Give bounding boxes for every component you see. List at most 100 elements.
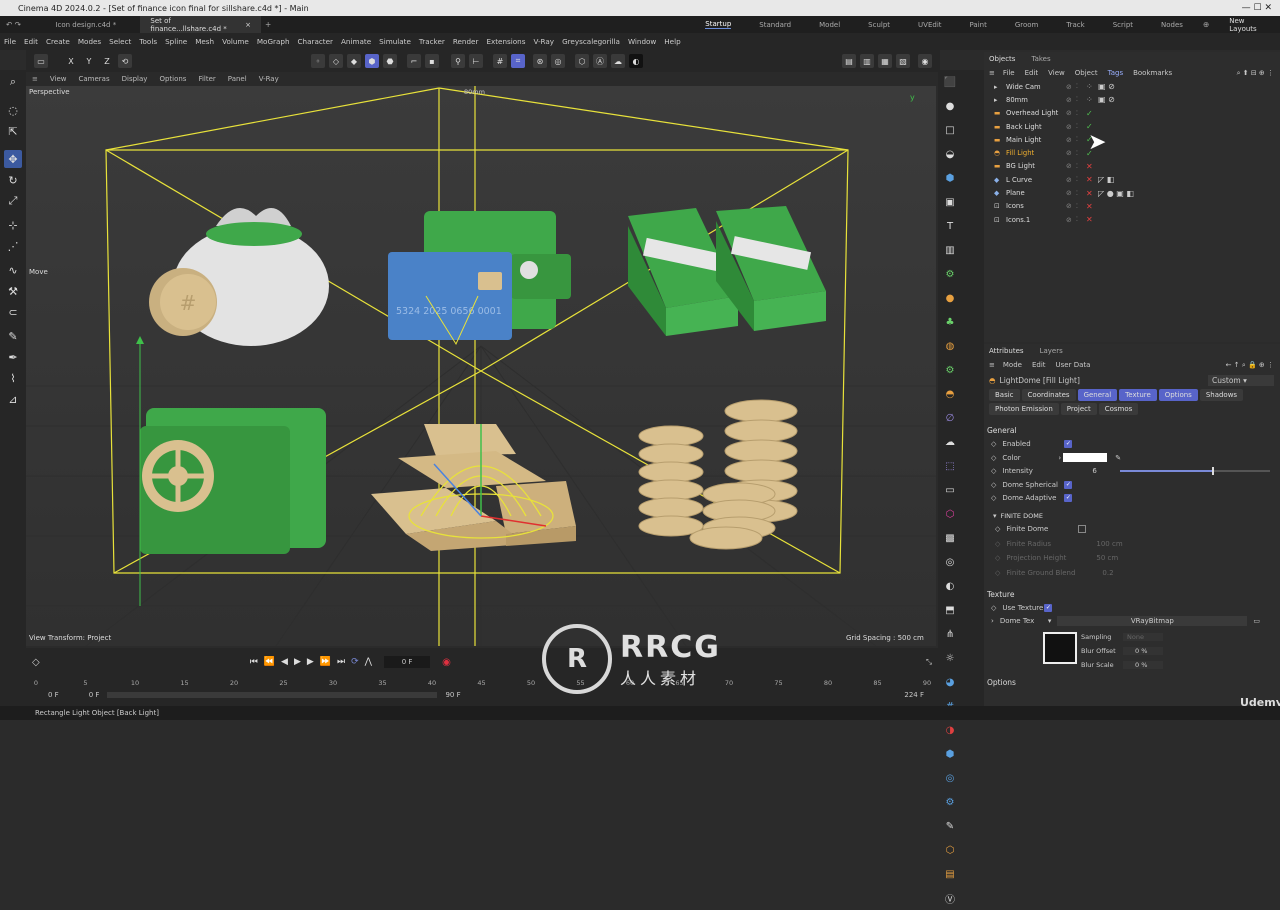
timeline-ruler[interactable]: 0 5 10 15 20 25 30 35 40 45 50 55 60 65 70 75 80 85 90 — [26, 676, 940, 688]
range-start[interactable]: 0 F — [48, 691, 59, 699]
sampling-dropdown[interactable]: None — [1123, 632, 1163, 641]
keyframe-icon[interactable]: ◇ — [32, 657, 40, 668]
visibility-icon[interactable]: ⊘ — [1066, 149, 1076, 157]
prev-frame-icon[interactable]: ◀ — [281, 657, 288, 667]
texture-mode-icon[interactable]: ⬣ — [383, 54, 397, 68]
preset-dropdown[interactable]: Custom ▾ — [1208, 374, 1274, 386]
intensity-value[interactable]: 6 — [1064, 467, 1120, 475]
points-mode-icon[interactable]: ◦ — [311, 54, 325, 68]
object-row[interactable]: ◆ Plane ⊘ ⁚ ✕ ◸ ● ▣ ◧ — [984, 186, 1280, 199]
object-row[interactable]: ▬ Main Light ⊘ ⁚ ✓ — [984, 133, 1280, 146]
spline-icon[interactable]: ∅ — [942, 410, 958, 426]
render-dots-icon[interactable]: ⁚ — [1076, 190, 1086, 197]
object-row[interactable]: ▸ Wide Cam ⊘ ⁚ ⁘ ▣ ⊘ — [984, 80, 1280, 93]
objects-menu-object[interactable]: Object — [1075, 69, 1098, 77]
attr-tab-shadows[interactable]: Shadows — [1199, 389, 1244, 401]
render-dots-icon[interactable]: ⁚ — [1076, 176, 1086, 183]
object-row[interactable]: ◆ L Curve ⊘ ⁚ ✕ ◸ ◧ — [984, 173, 1280, 186]
material-sphere-icon[interactable]: ◍ — [942, 338, 958, 354]
dome-light-icon[interactable]: ◓ — [942, 386, 958, 402]
attr-nav-icon[interactable]: ← ↑ ⌕ 🔒 ⊕ ⋮ — [1226, 361, 1274, 370]
sun-icon[interactable]: ☼ — [942, 650, 958, 666]
range-end[interactable]: 90 F — [445, 691, 460, 699]
menu-vray[interactable]: V-Ray — [533, 37, 554, 46]
objects-menu-file[interactable]: File — [1003, 69, 1015, 77]
attr-tab-options[interactable]: Options — [1158, 389, 1198, 401]
attr-tab-coordinates[interactable]: Coordinates — [1021, 389, 1076, 401]
field-icon[interactable]: ⚙ — [942, 362, 958, 378]
menu-character[interactable]: Character — [298, 37, 334, 46]
next-key-icon[interactable]: ⏩ — [320, 657, 331, 667]
grid-snap-icon[interactable]: # — [493, 54, 507, 68]
material-tag-icon[interactable]: ◸ ● ▣ ◧ — [1098, 189, 1134, 198]
menu-spline[interactable]: Spline — [165, 37, 187, 46]
transform-icon[interactable]: ⊹ — [4, 216, 22, 234]
object-row[interactable]: ◓ Fill Light ⊘ ⁚ ✓ — [984, 146, 1280, 159]
menu-window[interactable]: Window — [628, 37, 656, 46]
finite-radius-value[interactable]: 100 cm — [1096, 540, 1122, 548]
blur-scale-field[interactable]: 0 % — [1123, 660, 1163, 669]
range-end-total[interactable]: 224 F — [904, 691, 924, 699]
scene-icon[interactable]: ⬡ — [942, 506, 958, 522]
menu-animate[interactable]: Animate — [341, 37, 371, 46]
vp-menu-panel[interactable]: Panel — [228, 75, 247, 83]
vp-menu-display[interactable]: Display — [122, 75, 148, 83]
texture-thumbnail[interactable] — [1043, 632, 1077, 664]
objects-search-icon[interactable]: ⌕ ⬆ ⊟ ⊕ ⋮ — [1237, 69, 1274, 78]
rotate-tool-icon[interactable]: ↻ — [4, 171, 22, 189]
finite-dome-header[interactable]: FINITE DOME — [1001, 512, 1043, 520]
search-commander-icon[interactable]: ◉ — [918, 54, 932, 68]
visibility-icon[interactable]: ⊘ — [1066, 176, 1076, 184]
attr-menu-edit[interactable]: Edit — [1032, 361, 1046, 369]
material-icon[interactable]: ⬡ — [575, 54, 589, 68]
render-active-icon[interactable]: ▥ — [860, 54, 874, 68]
render-dots-icon[interactable]: ⁚ — [1076, 96, 1086, 103]
add-tab-icon[interactable]: + — [265, 20, 271, 29]
coordinate-system-icon[interactable]: ⟲ — [118, 54, 132, 68]
render-queue-icon[interactable]: ▧ — [896, 54, 910, 68]
scale-tool-icon[interactable]: ⤢ — [4, 192, 22, 210]
primitive-cube-icon[interactable]: ⬢ — [942, 170, 958, 186]
camera-icon[interactable]: ▣ — [942, 194, 958, 210]
disabled-x-icon[interactable]: ✕ — [1086, 175, 1098, 184]
edges-mode-icon[interactable]: ◇ — [329, 54, 343, 68]
render-dots-icon[interactable]: ⁚ — [1076, 83, 1086, 90]
object-name[interactable]: BG Light — [1006, 162, 1066, 170]
render-dots-icon[interactable]: ⁚ — [1076, 203, 1086, 210]
attr-tab-texture[interactable]: Texture — [1119, 389, 1157, 401]
next-frame-icon[interactable]: ▶ — [307, 657, 314, 667]
color-swatch[interactable] — [1063, 453, 1108, 463]
boole-icon[interactable]: ◒ — [942, 146, 958, 162]
text-icon[interactable]: T — [942, 218, 958, 234]
vp-menu-cameras[interactable]: Cameras — [79, 75, 110, 83]
object-name[interactable]: Back Light — [1006, 123, 1066, 131]
eyedropper-icon[interactable]: ✎ — [1115, 454, 1121, 462]
visibility-icon[interactable]: ⊘ — [1066, 83, 1076, 91]
play-icon[interactable]: ▶ — [294, 657, 301, 667]
menu-mesh[interactable]: Mesh — [195, 37, 214, 46]
axis-z-toggle[interactable]: Z — [100, 54, 114, 68]
vray-icon[interactable]: Ⓐ — [593, 54, 607, 68]
nurbs-icon[interactable]: ⬚ — [942, 458, 958, 474]
axis-y-toggle[interactable]: Y — [82, 54, 96, 68]
current-frame-field[interactable]: 0 F — [384, 656, 431, 668]
object-name[interactable]: 80mm — [1006, 96, 1066, 104]
layout-script[interactable]: Script — [1113, 21, 1133, 29]
shelf-icon[interactable]: ▤ — [942, 866, 958, 882]
vp-menu-options[interactable]: Options — [159, 75, 186, 83]
tweak-icon[interactable]: ⊢ — [469, 54, 483, 68]
layout-uvedit[interactable]: UVEdit — [918, 21, 941, 29]
enabled-checkbox[interactable]: ✓ — [1064, 440, 1073, 449]
object-name[interactable]: Icons — [1006, 202, 1066, 210]
select-move-icon[interactable]: ⇱ — [4, 122, 22, 140]
attr-hamburger-icon[interactable]: ≡ — [989, 361, 995, 369]
object-row[interactable]: ▬ Back Light ⊘ ⁚ ✓ — [984, 120, 1280, 133]
vp-menu-view[interactable]: View — [50, 75, 67, 83]
redshift-icon[interactable]: ◐ — [629, 54, 643, 68]
hamburger-icon[interactable]: ≡ — [32, 75, 38, 83]
enabled-check-icon[interactable]: ✓ — [1086, 109, 1098, 118]
search-icon[interactable]: ⌕ — [4, 73, 22, 91]
attr-tab-cosmos[interactable]: Cosmos — [1098, 403, 1139, 415]
render-picture-icon[interactable]: ▦ — [878, 54, 892, 68]
box-icon[interactable]: ⬢ — [942, 746, 958, 762]
